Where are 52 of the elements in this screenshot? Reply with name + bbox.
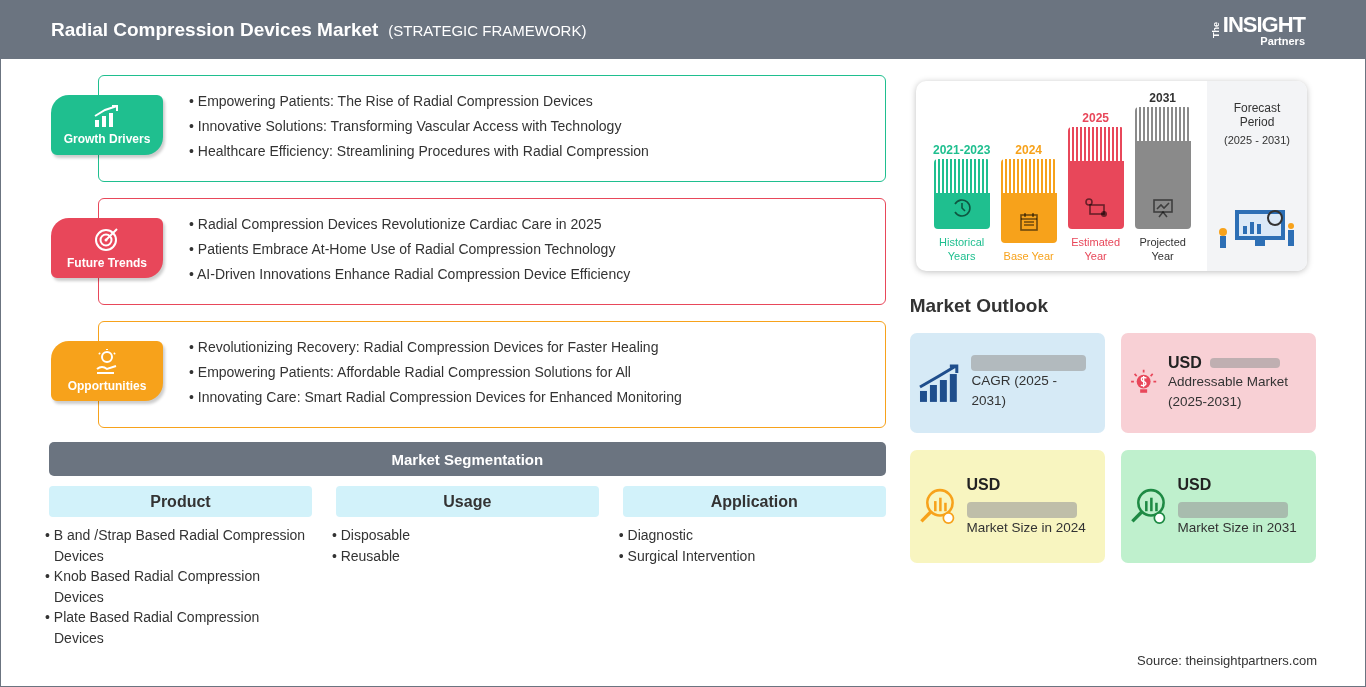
period-label: Base Year (1003, 249, 1054, 263)
year-label: 2025 (1082, 111, 1109, 125)
column-header: Application (622, 486, 886, 517)
bar-chart-icon (93, 104, 121, 128)
category-tag: Opportunities (51, 341, 163, 401)
bullet-text: • Radial Compression Devices Revolutionize Cardiac Care in 2025 (189, 216, 603, 232)
segment-item: • Diagnostic (618, 526, 694, 545)
section-title: Market Outlook (909, 295, 1049, 317)
metric-label: Market Size in 2031 (1177, 518, 1298, 537)
redacted-value (1209, 358, 1280, 368)
bullet-text: • Empowering Patients: Affordable Radial Compression Solutions for All (189, 364, 632, 380)
forecast-title: Forecast Period (1232, 101, 1282, 129)
bullet-text: • Revolutionizing Recovery: Radial Compression Devices for Faster Healing (189, 339, 660, 355)
metric-label: CAGR (2025 - 2031) (971, 372, 1058, 410)
page-subtitle: (STRATEGIC FRAMEWORK) (388, 21, 587, 39)
logo-text: The (1210, 22, 1221, 38)
target-icon (94, 226, 120, 252)
category-tag: Future Trends (51, 218, 163, 278)
forecast-range: (2025 - 2031) (1223, 134, 1290, 146)
period-label: Estimated Year (1070, 235, 1122, 263)
segment-item: • Reusable (331, 546, 401, 566)
segment-item: • Plate Based Radial Compression Devices (45, 608, 261, 648)
period-label: Historical Years (938, 235, 986, 263)
bullet-text: • Patients Embrace At-Home Use of Radial Compression Technology (189, 241, 617, 257)
year-label: 2024 (1015, 143, 1042, 157)
currency-label: USD (966, 475, 1001, 494)
category-tag: Growth Drivers (51, 95, 163, 155)
bullet-text: • Healthcare Efficiency: Streamlining Procedures with Radial Compression (189, 143, 650, 159)
calendar-icon (1017, 211, 1040, 233)
metric-label: Market Size in 2024 (966, 518, 1087, 537)
source-text: Source: theinsightpartners.com (1137, 653, 1317, 668)
segment-item: • B and /Strap Based Radial Compression Devices (45, 526, 307, 566)
currency-label: USD (1177, 475, 1212, 494)
logo-text: Partners (1260, 35, 1305, 47)
period-label: Projected Year (1138, 235, 1187, 263)
column-header: Usage (335, 486, 599, 517)
column-header: Product (49, 486, 312, 517)
segment-item: • Knob Based Radial Compression Devices (45, 567, 262, 607)
bullet-text: • AI-Driven Innovations Enhance Radial Compression Device Efficiency (189, 266, 632, 282)
segment-item: • Disposable (331, 526, 411, 545)
metric-label: Addressable Market (2025-2031) (1167, 373, 1289, 411)
presentation-board-icon (1150, 197, 1175, 219)
segment-item: • Surgical Intervention (618, 546, 757, 566)
page-title: Radial Compression Devices Market (51, 19, 379, 41)
bullet-text: • Empowering Patients: The Rise of Radial Compression Devices (189, 93, 594, 109)
bullet-text: • Innovating Care: Smart Radial Compression Devices for Enhanced Monitoring (189, 389, 683, 405)
logo-text: INSIGHT (1222, 13, 1305, 36)
year-label: 2021-2023 (932, 143, 991, 157)
year-label: 2031 (1149, 91, 1176, 105)
currency-label: USD (1167, 354, 1202, 372)
section-header: Market Segmentation (49, 442, 886, 476)
bullet-text: • Innovative Solutions: Transforming Vascular Access with Technology (189, 118, 623, 134)
